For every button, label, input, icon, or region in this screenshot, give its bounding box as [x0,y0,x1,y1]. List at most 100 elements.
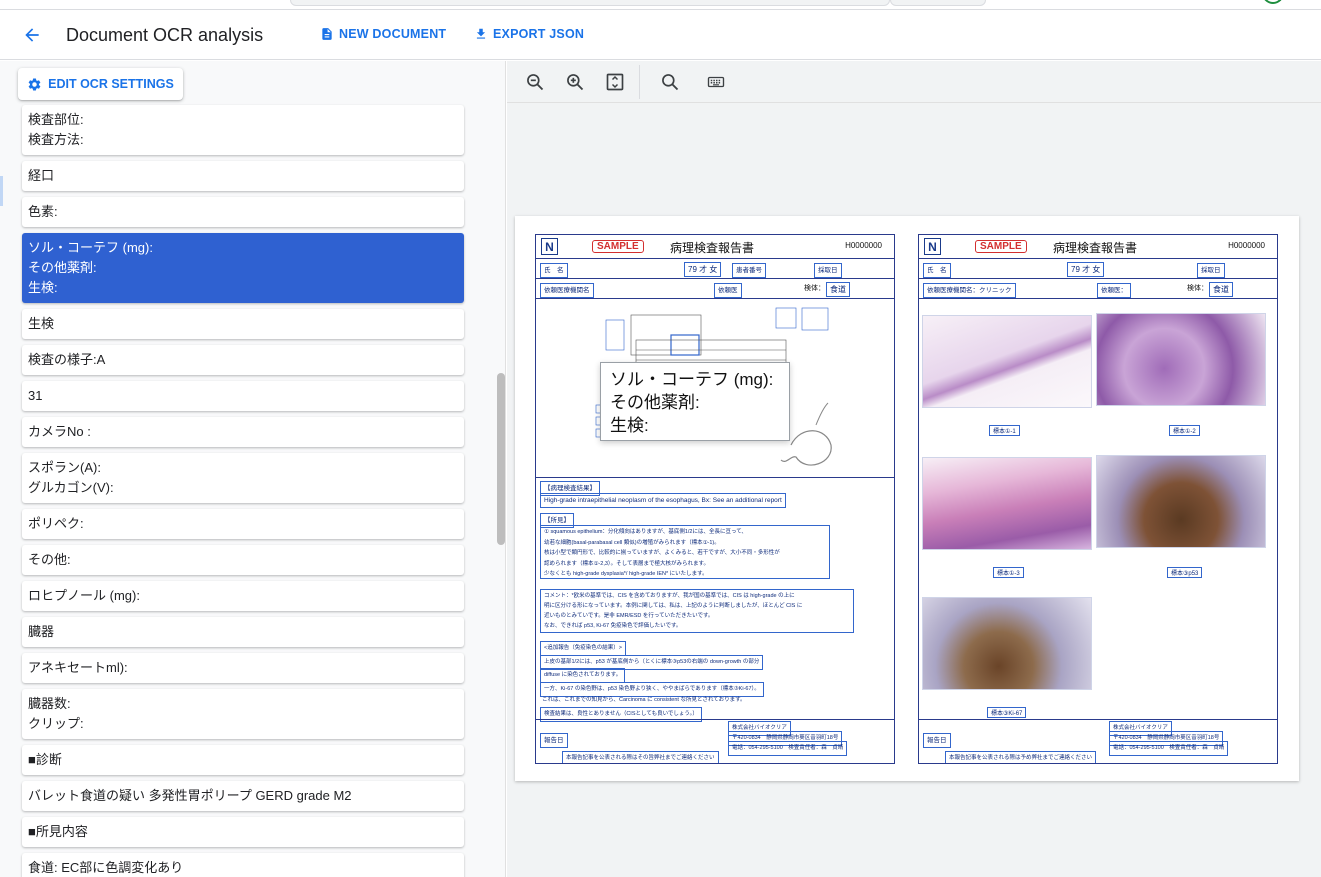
gear-icon [28,78,41,90]
ocr-item-line: 31 [28,388,43,403]
ocr-box[interactable]: 報告日 [540,733,568,748]
ocr-box[interactable]: 氏 名 [923,263,951,278]
ocr-item-line: ■診断 [28,752,62,767]
ocr-box[interactable]: 電話：054-295-5100 検査責任者：森 貞晴 [728,741,848,756]
ocr-box[interactable]: 依頼医療機関名：クリニック [923,283,1016,298]
ocr-box[interactable]: 79 才 女 [684,262,722,277]
additional-line: これは、これまでの知見から、Carcinoma に consistent な所見… [542,697,746,703]
ocr-item[interactable]: 検査部位: 検査方法: [22,105,464,155]
report-header: N SAMPLE 病理検査報告書 H0000000 [536,235,894,259]
report-header: N SAMPLE 病理検査報告書 H0000000 [919,235,1277,259]
ocr-item[interactable]: ポリペク: [22,509,464,539]
ocr-item[interactable]: その他: [22,545,464,575]
image-label[interactable]: 標本③Ki-67 [987,707,1027,718]
ocr-item-line: カメラNo : [28,424,91,439]
document-canvas[interactable]: N SAMPLE 病理検査報告書 H0000000 氏 名 79 才 女 患者番… [507,104,1321,877]
ocr-box[interactable]: 食道 [1209,282,1233,297]
browser-extension-area[interactable] [890,0,986,6]
ocr-box[interactable]: 食道 [826,282,850,297]
edit-ocr-settings-button[interactable]: EDIT OCR SETTINGS [18,68,183,100]
ocr-results-panel[interactable]: EDIT OCR SETTINGS 検査部位: 検査方法: 経口色素: ソル・コーテフ… [0,61,506,877]
ocr-item[interactable]: アネキセートml): [22,653,464,683]
tooltip-line: 生検: [610,416,649,435]
browser-profile-icon[interactable] [1262,0,1284,4]
ocr-box[interactable]: <追加報告（免疫染色の結果）> [540,641,626,656]
comment-line: コメント：*欧米の基準では、CIS を含めておりますが、我が国の基準では、CIS… [544,593,795,599]
browser-chrome-strip [0,0,1321,10]
ocr-item[interactable]: 色素: [22,197,464,227]
specimen-label: 検体： [1187,285,1208,292]
browser-address-bar[interactable] [290,0,890,6]
ocr-box[interactable]: 報告日 [923,733,951,748]
ocr-box[interactable]: High-grade intraepithelial neoplasm of t… [540,493,786,508]
document-viewer: N SAMPLE 病理検査報告書 H0000000 氏 名 79 才 女 患者番… [507,61,1321,877]
image-label[interactable]: 標本①-2 [1169,425,1200,436]
keyboard-button[interactable] [703,69,729,95]
toolbar-divider [639,65,640,99]
zoom-in-icon [567,74,584,91]
ocr-item-line: グルカゴン(V): [28,480,114,495]
ocr-item[interactable]: スポラン(A): グルカゴン(V): [22,453,464,503]
patient-row: 氏 名 79 才 女 患者番号 採取日 [536,259,894,279]
image-label[interactable]: 標本①-1 [989,425,1020,436]
ocr-item[interactable]: ソル・コーテフ (mg): その他薬剤: 生検: [22,233,464,303]
ocr-item-line: バレット食道の疑い 多発性胃ポリープ GERD grade M2 [28,788,352,803]
findings-block[interactable]: ① squamous epithelium：分化傾向はありますが、基底側1/2に… [540,525,830,579]
ocr-item-line: クリップ: [28,716,84,731]
ocr-item-line: 臓器 [28,624,55,639]
lab-logo-icon: N [924,238,941,255]
ocr-tooltip: ソル・コーテフ (mg): その他薬剤: 生検: [600,362,790,441]
ocr-box[interactable]: 採取日 [1197,263,1225,278]
ocr-item-line: 臓器数: [28,696,71,711]
ocr-box[interactable]: 本報告記事を公表される際は予め弊社までご連絡ください [945,751,1097,763]
ocr-item[interactable]: 検査の様子:A [22,345,464,375]
search-button[interactable] [657,69,683,95]
comment-line: なお、できれば p53, Ki-67 免疫染色で評価したいです。 [544,623,682,629]
ocr-item[interactable]: 臓器 [22,617,464,647]
ocr-item[interactable]: ■診断 [22,745,464,775]
ocr-box[interactable]: 氏 名 [540,263,568,278]
comment-block[interactable]: コメント：*欧米の基準では、CIS を含めておりますが、我が国の基準では、CIS… [540,589,854,633]
ocr-item[interactable]: 31 [22,381,464,411]
app-header: Document OCR analysis NEW DOCUMENT EXPOR… [0,10,1321,60]
ocr-item[interactable]: バレット食道の疑い 多発性胃ポリープ GERD grade M2 [22,781,464,811]
ocr-item[interactable]: 生検 [22,309,464,339]
ocr-box[interactable]: 採取日 [814,263,842,278]
report-page-2: N SAMPLE 病理検査報告書 H0000000 氏 名 79 才 女 採取日… [918,234,1278,764]
ocr-item[interactable]: ロヒプノール (mg): [22,581,464,611]
export-json-label: EXPORT JSON [493,27,585,41]
zoom-out-button[interactable] [522,69,548,95]
report-page-1: N SAMPLE 病理検査報告書 H0000000 氏 名 79 才 女 患者番… [535,234,895,764]
ocr-box[interactable]: 電話：054-295-5100 検査責任者：森 貞晴 [1109,741,1229,756]
ocr-box[interactable]: diffuse に染色されております。 [540,668,626,683]
new-document-label: NEW DOCUMENT [339,27,447,41]
ocr-box[interactable]: 依頼医 [714,283,742,298]
ocr-item[interactable]: 経口 [22,161,464,191]
tooltip-line: ソル・コーテフ (mg): [610,370,774,389]
new-document-button[interactable]: NEW DOCUMENT [320,26,446,42]
image-label[interactable]: 標本③p53 [1167,567,1203,578]
document-icon [322,28,332,40]
export-json-button[interactable]: EXPORT JSON [474,26,584,42]
back-button[interactable] [18,22,46,48]
zoom-in-button[interactable] [562,69,588,95]
ocr-item-line: 食道: EC部に色調変化あり [28,860,184,875]
ocr-box[interactable]: 79 才 女 [1067,262,1105,277]
ocr-box[interactable]: 依頼医： [1097,283,1131,298]
divider [536,477,894,478]
ocr-box[interactable]: 患者番号 [732,263,766,278]
list-scrollbar-thumb[interactable] [497,373,505,545]
ocr-item-line: アネキセートml): [28,660,128,675]
fit-page-button[interactable] [602,69,628,95]
ocr-item[interactable]: ■所見内容 [22,817,464,847]
report-title: 病理検査報告書 [670,241,755,255]
ocr-item[interactable]: 食道: EC部に色調変化あり下部にNBIで見られる円柱膜の疑いがあればがんか [22,853,464,877]
ocr-item[interactable]: カメラNo : [22,417,464,447]
ocr-item[interactable]: 臓器数: クリップ: [22,689,464,739]
report-id: H0000000 [845,241,882,250]
image-label[interactable]: 標本①-3 [993,567,1024,578]
report-title: 病理検査報告書 [1053,241,1138,255]
ocr-box[interactable]: 本報告記事を公表される際はその旨弊社までご連絡ください [562,751,719,763]
ocr-box[interactable]: 依頼医療機関名 [540,283,594,298]
ocr-item-line: ロヒプノール (mg): [28,588,140,603]
